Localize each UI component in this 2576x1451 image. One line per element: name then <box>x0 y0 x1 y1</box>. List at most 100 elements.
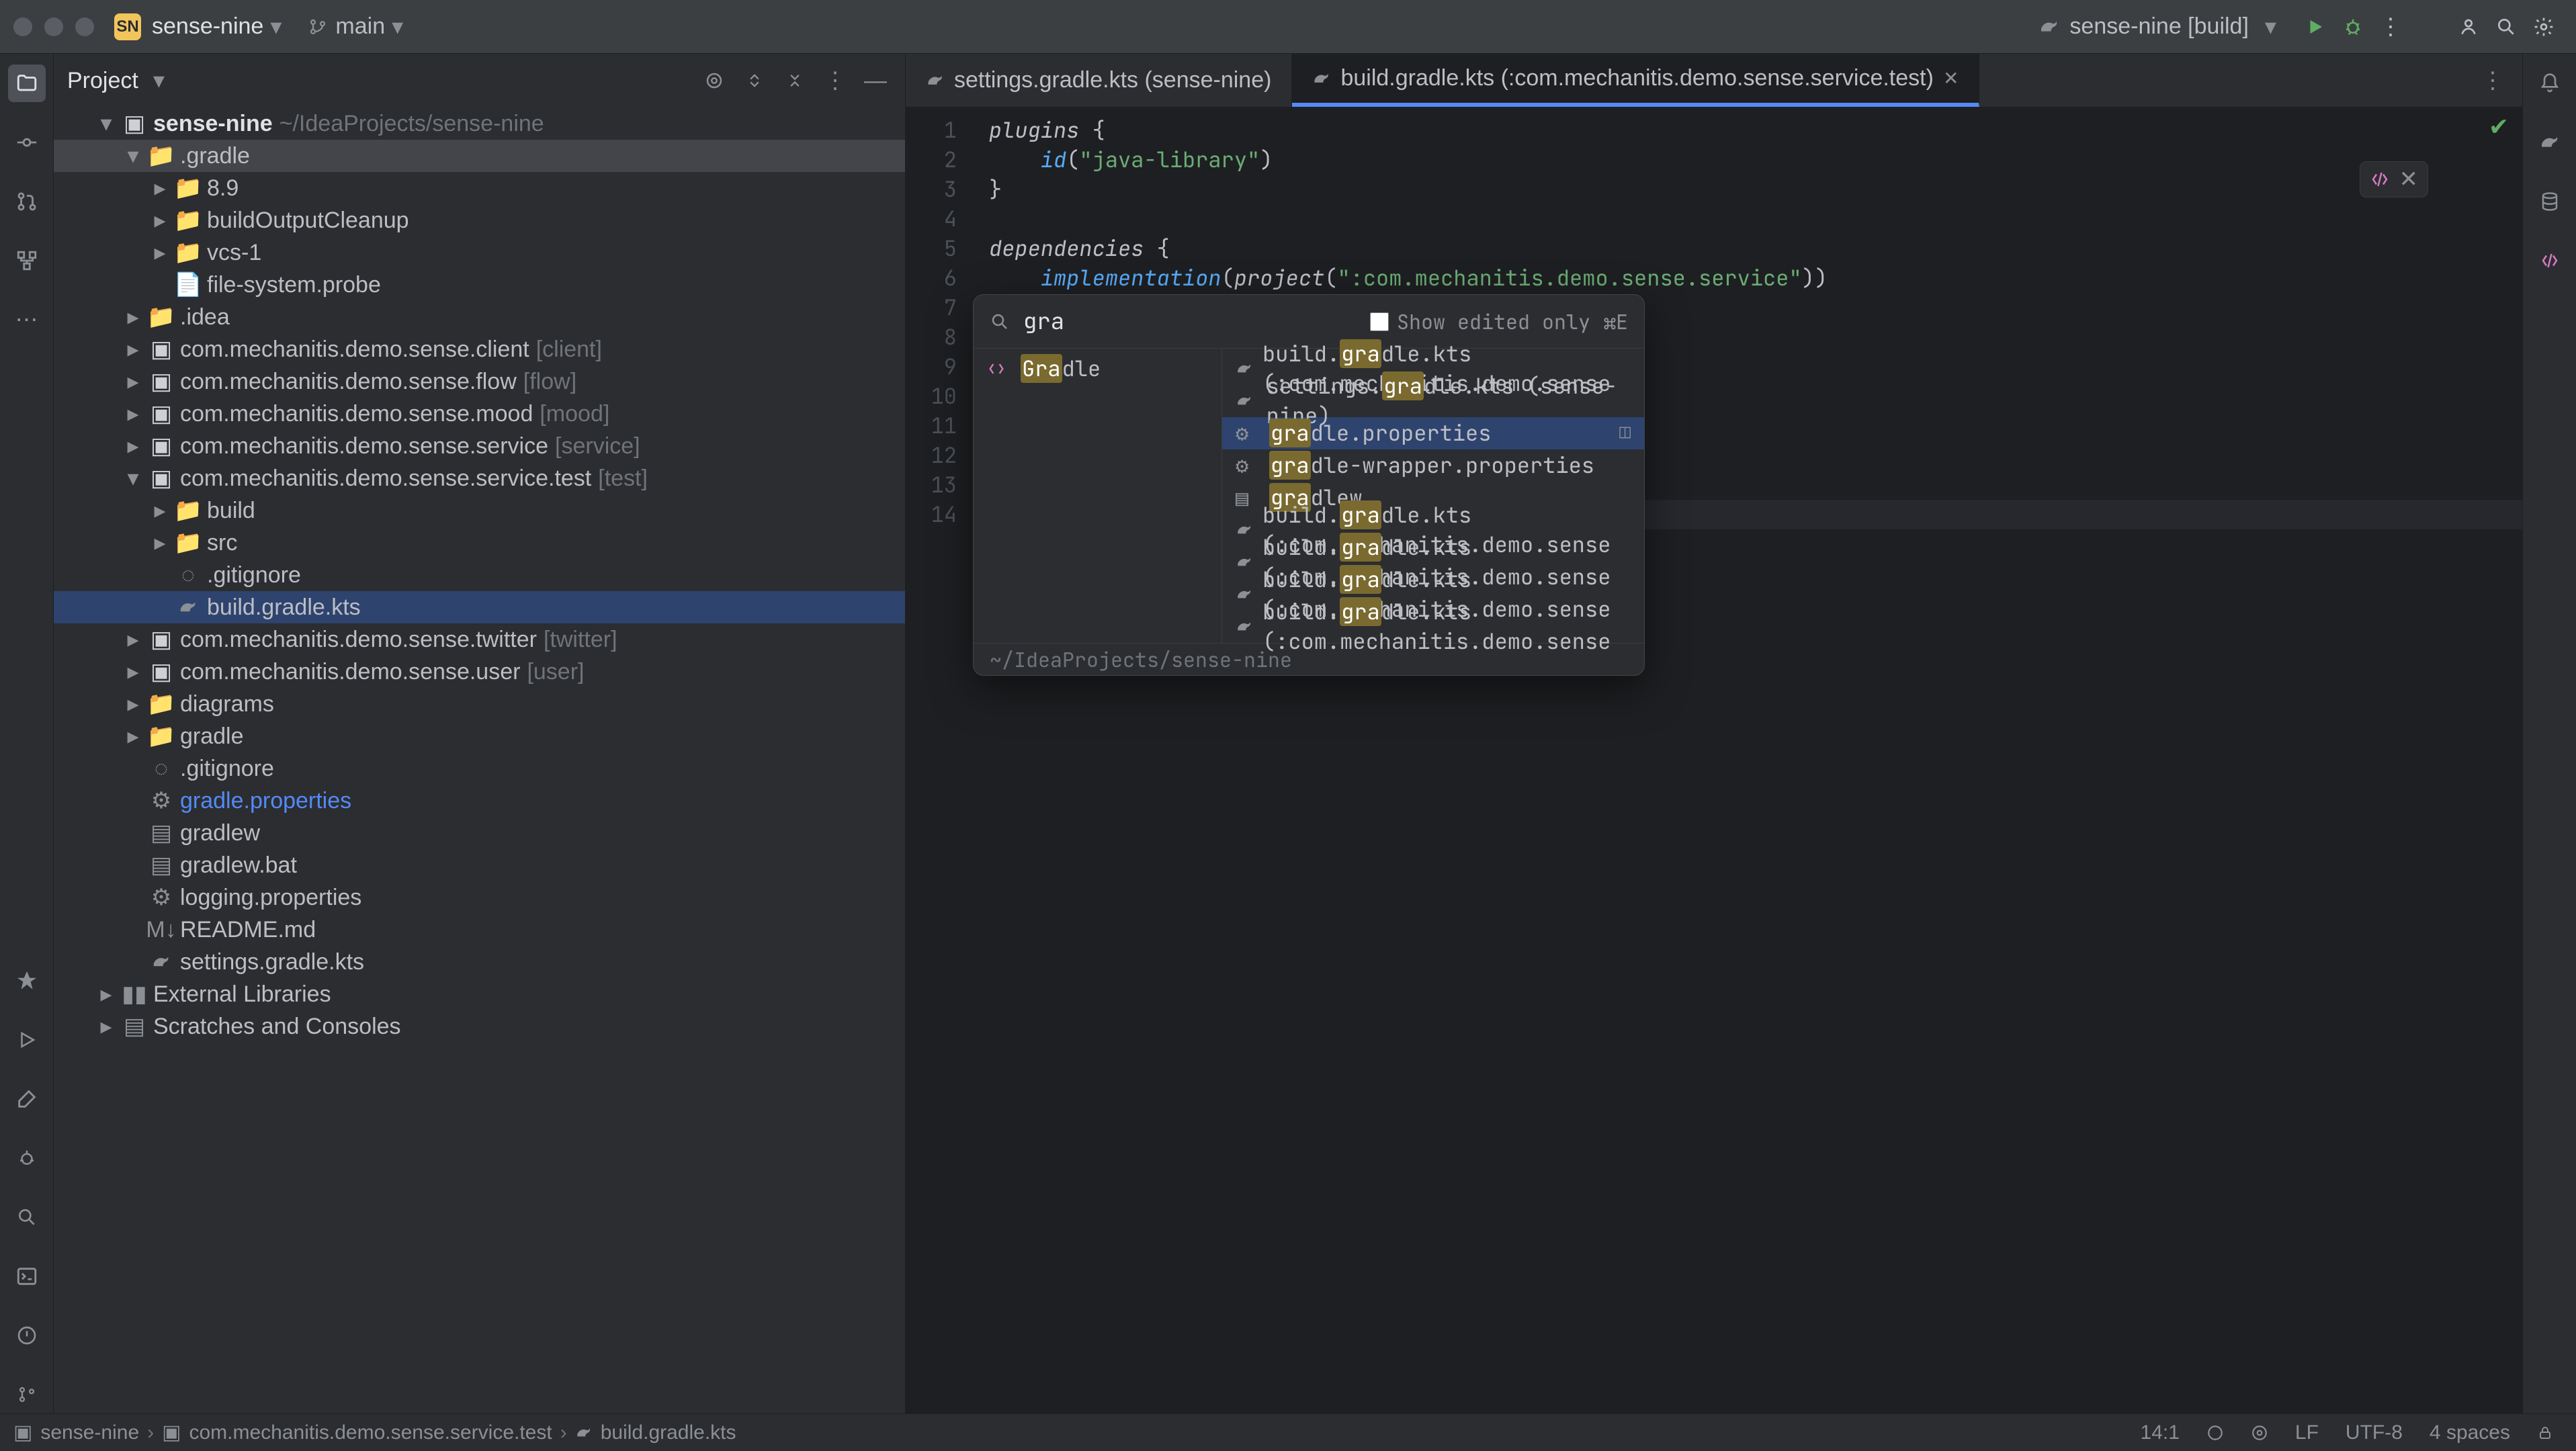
popup-result-item[interactable]: ⚙gradle-wrapper.properties <box>1222 449 1644 482</box>
debug-tool-icon[interactable] <box>8 1139 46 1177</box>
chevron-down-icon[interactable]: ▾ <box>97 110 116 137</box>
checkbox[interactable] <box>1370 312 1389 331</box>
chevron-right-icon[interactable]: ▸ <box>124 304 142 331</box>
tree-row[interactable]: ▸ ▮▮ External Libraries <box>54 978 905 1010</box>
chevron-right-icon[interactable]: ▸ <box>124 658 142 685</box>
more-actions-icon[interactable]: ⋮ <box>2372 8 2409 46</box>
popup-category-item[interactable]: Gradle <box>974 353 1221 385</box>
tree-row[interactable]: ▸ 📁 src <box>54 527 905 559</box>
tree-row[interactable]: ▸ ▣ com.mechanitis.demo.sense.twitter [t… <box>54 623 905 656</box>
chevron-down-icon[interactable]: ▾ <box>392 13 403 40</box>
chevron-down-icon[interactable]: ▾ <box>124 465 142 492</box>
tree-row[interactable]: ▸ ⚙ logging.properties <box>54 881 905 914</box>
tree-row[interactable]: ▸ ⚙ gradle.properties <box>54 785 905 817</box>
tree-row-root[interactable]: ▾ ▣ sense-nine ~/IdeaProjects/sense-nine <box>54 107 905 140</box>
vcs-tool-icon[interactable] <box>8 1376 46 1413</box>
tree-row[interactable]: ▸ 📁 .idea <box>54 301 905 333</box>
editor-tab-active[interactable]: build.gradle.kts (:com.mechanitis.demo.s… <box>1292 54 1979 107</box>
panel-title[interactable]: Project <box>67 68 138 94</box>
panel-options-icon[interactable]: ⋮ <box>819 64 851 97</box>
branch-name[interactable]: main <box>335 13 385 40</box>
terminal-tool-icon[interactable] <box>8 1258 46 1295</box>
tree-row[interactable]: ▸ ▣ com.mechanitis.demo.sense.flow [flow… <box>54 365 905 398</box>
search-input[interactable] <box>1023 306 1357 337</box>
line-ending[interactable]: LF <box>2286 1421 2328 1444</box>
tree-row[interactable]: ▸ ▣ com.mechanitis.demo.sense.mood [mood… <box>54 398 905 430</box>
chevron-down-icon[interactable]: ▾ <box>153 67 165 94</box>
chevron-right-icon[interactable]: ▸ <box>151 207 169 234</box>
tree-row[interactable]: ▸ settings.gradle.kts <box>54 946 905 978</box>
tree-row[interactable]: ▸ 📁 diagrams <box>54 688 905 720</box>
services-tool-icon[interactable] <box>8 962 46 1000</box>
tab-options-icon[interactable]: ⋮ <box>2477 64 2509 97</box>
tree-row[interactable]: ▸ ▣ com.mechanitis.demo.sense.user [user… <box>54 656 905 688</box>
project-tree[interactable]: ▾ ▣ sense-nine ~/IdeaProjects/sense-nine… <box>54 107 905 1413</box>
expand-all-icon[interactable] <box>738 64 771 97</box>
collapse-all-icon[interactable] <box>779 64 811 97</box>
breadcrumb-item[interactable]: sense-nine <box>40 1421 139 1444</box>
project-name[interactable]: sense-nine <box>152 13 263 40</box>
search-everywhere-icon[interactable] <box>2487 8 2525 46</box>
code-area[interactable]: plugins { id("java-library") } dependenc… <box>973 107 2522 1413</box>
chevron-right-icon[interactable]: ▸ <box>97 981 116 1008</box>
split-right-icon[interactable]: ◫ <box>1619 419 1631 448</box>
minimize-window-icon[interactable] <box>44 17 63 36</box>
chevron-right-icon[interactable]: ▸ <box>124 723 142 750</box>
code-with-me-icon[interactable] <box>2450 8 2487 46</box>
tree-row[interactable]: ▸ ▤ Scratches and Consoles <box>54 1010 905 1043</box>
tree-row[interactable]: ▸ ▣ com.mechanitis.demo.sense.client [cl… <box>54 333 905 365</box>
chevron-right-icon[interactable]: ▸ <box>124 691 142 717</box>
structure-tool-icon[interactable] <box>8 242 46 279</box>
chevron-right-icon[interactable]: ▸ <box>97 1013 116 1040</box>
close-tab-icon[interactable]: ✕ <box>1943 67 1959 89</box>
tree-row[interactable]: ▾ ▣ com.mechanitis.demo.sense.service.te… <box>54 462 905 494</box>
cursor-position[interactable]: 14:1 <box>2131 1421 2189 1444</box>
tree-row[interactable]: ▸ 📄 file-system.probe <box>54 269 905 301</box>
tree-row[interactable]: ▸ ◌ .gitignore <box>54 559 905 591</box>
chevron-right-icon[interactable]: ▸ <box>151 175 169 202</box>
breadcrumb-item[interactable]: build.gradle.kts <box>601 1421 736 1444</box>
chevron-right-icon[interactable]: ▸ <box>124 433 142 459</box>
tree-row[interactable]: ▸ 📁 buildOutputCleanup <box>54 204 905 236</box>
zoom-window-icon[interactable] <box>75 17 94 36</box>
notifications-icon[interactable] <box>2531 64 2569 102</box>
gradle-tool-icon[interactable] <box>2531 124 2569 161</box>
tree-row[interactable]: ▸ ◌ .gitignore <box>54 752 905 785</box>
show-edited-only-checkbox[interactable]: Show edited only ⌘E <box>1370 307 1628 337</box>
ai-assistant-icon[interactable] <box>2531 242 2569 279</box>
popup-result-item[interactable]: settings.gradle.kts (sense-nine) <box>1222 385 1644 417</box>
run-config-selector[interactable]: sense-nine [build] ▾ <box>2038 13 2283 40</box>
file-encoding[interactable]: UTF-8 <box>2336 1421 2412 1444</box>
readonly-lock-icon[interactable] <box>2528 1425 2563 1441</box>
chevron-right-icon[interactable]: ▸ <box>151 497 169 524</box>
line-separator-icon[interactable] <box>2197 1424 2233 1442</box>
tree-row[interactable]: ▸ ▤ gradlew <box>54 817 905 849</box>
tree-row[interactable]: ▸ 📁 8.9 <box>54 172 905 204</box>
pull-requests-tool-icon[interactable] <box>8 183 46 220</box>
run-tool-icon[interactable] <box>8 1021 46 1059</box>
highlight-level-icon[interactable] <box>2241 1424 2278 1442</box>
debug-button[interactable] <box>2334 8 2372 46</box>
chevron-right-icon[interactable]: ▸ <box>124 400 142 427</box>
tree-row[interactable]: ▸ ▣ com.mechanitis.demo.sense.service [s… <box>54 430 905 462</box>
chevron-down-icon[interactable]: ▾ <box>270 13 282 40</box>
chevron-right-icon[interactable]: ▸ <box>124 626 142 653</box>
tree-row[interactable]: ▾ 📁 .gradle <box>54 140 905 172</box>
build-tool-icon[interactable] <box>8 1080 46 1118</box>
chevron-right-icon[interactable]: ▸ <box>124 368 142 395</box>
settings-icon[interactable] <box>2525 8 2563 46</box>
editor-body[interactable]: ✔ ✕ 1 2 3 4 5 6 7 8 9 10 11 12 13 <box>906 107 2522 1413</box>
tree-row[interactable]: ▸ 📁 vcs-1 <box>54 236 905 269</box>
problems-tool-icon[interactable] <box>8 1317 46 1354</box>
breadcrumb-item[interactable]: com.mechanitis.demo.sense.service.test <box>189 1421 552 1444</box>
chevron-down-icon[interactable]: ▾ <box>124 142 142 169</box>
tree-row[interactable]: ▸ 📁 build <box>54 494 905 527</box>
chevron-right-icon[interactable]: ▸ <box>151 529 169 556</box>
commit-tool-icon[interactable] <box>8 124 46 161</box>
popup-result-item[interactable]: build.gradle.kts (:com.mechanitis.demo.s… <box>1222 611 1644 643</box>
tree-row[interactable]: ▸ M↓ README.md <box>54 914 905 946</box>
chevron-right-icon[interactable]: ▸ <box>151 239 169 266</box>
tree-row-selected[interactable]: ▸ build.gradle.kts <box>54 591 905 623</box>
chevron-right-icon[interactable]: ▸ <box>124 336 142 363</box>
close-window-icon[interactable] <box>13 17 32 36</box>
